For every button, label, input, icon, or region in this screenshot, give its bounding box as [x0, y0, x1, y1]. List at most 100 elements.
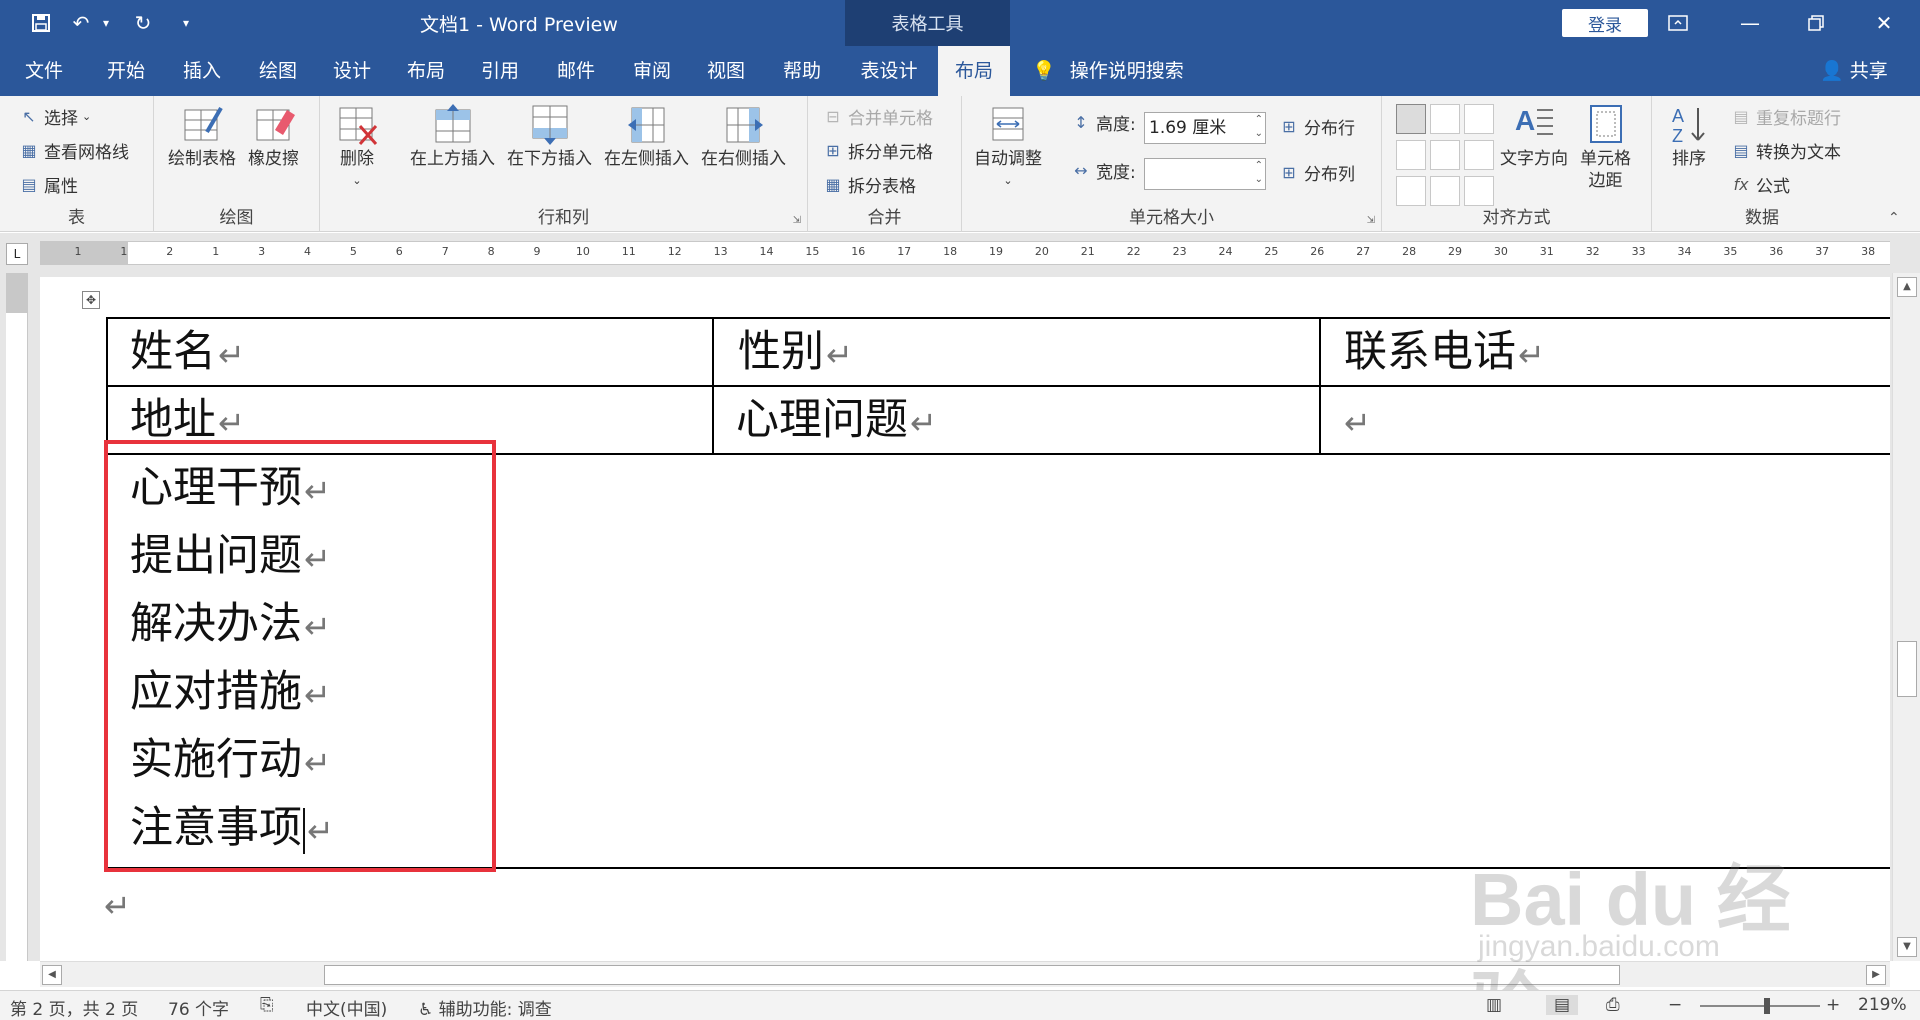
tab-layout[interactable]: 布局	[388, 46, 464, 96]
minimize-icon[interactable]: —	[1730, 6, 1770, 40]
insert-left-button[interactable]: 在左侧插入	[604, 102, 689, 170]
tab-file[interactable]: 文件	[6, 46, 82, 96]
tab-home[interactable]: 开始	[88, 46, 164, 96]
align-bottom-left-icon[interactable]	[1396, 176, 1426, 206]
repeat-header-rows-button[interactable]: ▤ 重复标题行	[1730, 104, 1841, 129]
table-cell[interactable]: ↵	[1342, 399, 1371, 442]
align-top-right-icon[interactable]	[1464, 104, 1494, 134]
merge-cells-button[interactable]: ⊟ 合并单元格	[822, 104, 933, 129]
accessibility-status[interactable]: ♿ 辅助功能: 调查	[418, 995, 552, 1020]
document-page[interactable]: ✥ 姓名↵ 性别↵ 联系电话↵ 地址↵ 心理问题↵ ↵ 心理干预↵ 提出问题↵ …	[40, 277, 1890, 961]
insert-below-button[interactable]: 在下方插入	[507, 102, 592, 170]
select-button[interactable]: ↖ 选择 ⌄	[18, 104, 91, 129]
align-middle-right-icon[interactable]	[1464, 140, 1494, 170]
convert-to-text-button[interactable]: ▤ 转换为文本	[1730, 138, 1841, 163]
tell-me-search[interactable]: 💡 操作说明搜索	[1032, 46, 1184, 96]
tab-table-layout[interactable]: 布局	[938, 46, 1010, 96]
spin-arrows-icon[interactable]: ⌃ ⌄	[1255, 113, 1263, 141]
table-move-handle-icon[interactable]: ✥	[82, 291, 100, 309]
tab-design[interactable]: 设计	[314, 46, 390, 96]
paragraph-mark: ↵	[218, 404, 245, 442]
tab-help[interactable]: 帮助	[764, 46, 840, 96]
autofit-button[interactable]: 自动调整 ⌄	[974, 102, 1042, 192]
view-gridlines-button[interactable]: ▦ 查看网格线	[18, 138, 129, 163]
height-input[interactable]: 1.69 厘米 ⌃ ⌄	[1144, 112, 1266, 144]
delete-button[interactable]: 删除 ⌄	[336, 102, 378, 192]
horizontal-scroll-thumb[interactable]	[324, 965, 1620, 985]
redo-icon[interactable]: ↻	[128, 8, 158, 38]
scroll-right-icon[interactable]: ▶	[1866, 965, 1886, 985]
tab-references[interactable]: 引用	[462, 46, 538, 96]
table-cell[interactable]: 性别↵	[738, 331, 853, 374]
scroll-left-icon[interactable]: ◀	[42, 965, 62, 985]
ruler-tick: 33	[1631, 245, 1646, 258]
customize-quick-access-icon[interactable]: ▾	[176, 8, 196, 38]
align-top-left-icon[interactable]	[1396, 104, 1426, 134]
ruler-tick: 13	[713, 245, 728, 258]
spin-arrows-icon[interactable]: ⌃ ⌄	[1255, 159, 1263, 187]
close-icon[interactable]: ✕	[1864, 6, 1904, 40]
scroll-thumb[interactable]	[1897, 641, 1917, 697]
draw-table-button[interactable]: 绘制表格	[168, 102, 236, 170]
ruler-bar[interactable]: 1 1 2 1 3 4 5 6 7 8 9 10 11 12 13 14 15 16 17 18 19 20 21 22 23 2…	[40, 241, 1890, 265]
tab-review[interactable]: 审阅	[614, 46, 690, 96]
align-middle-left-icon[interactable]	[1396, 140, 1426, 170]
text-direction-button[interactable]: A 文字方向	[1500, 102, 1568, 170]
read-mode-icon[interactable]: ▥	[1486, 995, 1502, 1015]
dialog-launcher-icon[interactable]: ⇲	[1367, 215, 1375, 226]
insert-below-icon	[532, 105, 567, 145]
table-cell[interactable]: 姓名↵	[130, 331, 245, 374]
align-bottom-center-icon[interactable]	[1430, 176, 1460, 206]
save-icon[interactable]	[26, 8, 56, 38]
zoom-level[interactable]: 219%	[1858, 995, 1907, 1015]
zoom-slider-knob[interactable]	[1764, 998, 1770, 1014]
ruler-tick: 35	[1723, 245, 1738, 258]
language[interactable]: 中文(中国)	[306, 995, 387, 1020]
split-cells-button[interactable]: ⊞ 拆分单元格	[822, 138, 933, 163]
ruler-tick: 23	[1172, 245, 1187, 258]
width-input[interactable]: ⌃ ⌄	[1144, 158, 1266, 190]
print-layout-icon[interactable]: ▤	[1546, 995, 1579, 1015]
distribute-columns-button[interactable]: ⊞ 分布列	[1278, 160, 1355, 185]
proofing-icon[interactable]: ⎘	[260, 995, 274, 1015]
word-count[interactable]: 76 个字	[168, 995, 229, 1020]
align-middle-center-icon[interactable]	[1430, 140, 1460, 170]
table-cell[interactable]: 心理问题↵	[736, 399, 937, 442]
page-count[interactable]: 第 2 页，共 2 页	[10, 995, 138, 1020]
zoom-in-icon[interactable]: +	[1826, 995, 1840, 1015]
properties-button[interactable]: ▤ 属性	[18, 172, 78, 197]
horizontal-scrollbar[interactable]: ◀ ▶	[40, 961, 1890, 987]
insert-above-button[interactable]: 在上方插入	[410, 102, 495, 170]
undo-icon[interactable]: ↶	[66, 8, 96, 38]
scroll-down-icon[interactable]: ▼	[1897, 937, 1917, 957]
login-button[interactable]: 登录	[1562, 9, 1648, 37]
insert-right-button[interactable]: 在右侧插入	[701, 102, 786, 170]
ribbon-display-options-icon[interactable]	[1658, 6, 1698, 40]
zoom-out-icon[interactable]: −	[1668, 995, 1682, 1015]
align-top-center-icon[interactable]	[1430, 104, 1460, 134]
share-button[interactable]: 👤 共享	[1820, 46, 1888, 96]
tab-table-design[interactable]: 表设计	[844, 46, 934, 96]
split-table-button[interactable]: ▦ 拆分表格	[822, 172, 916, 197]
table-cell[interactable]: 联系电话↵	[1344, 331, 1545, 374]
restore-icon[interactable]	[1796, 6, 1836, 40]
sort-button[interactable]: AZ 排序	[1668, 102, 1710, 170]
web-layout-icon[interactable]: ⎙	[1606, 995, 1620, 1015]
align-bottom-right-icon[interactable]	[1464, 176, 1494, 206]
table-cell[interactable]: 地址↵	[130, 399, 245, 442]
cell-margins-button[interactable]: 单元格 边距	[1580, 102, 1631, 192]
dialog-launcher-icon[interactable]: ⇲	[793, 215, 801, 226]
scroll-up-icon[interactable]: ▲	[1897, 277, 1917, 297]
tab-mailings[interactable]: 邮件	[538, 46, 614, 96]
tab-selector-icon[interactable]: L	[6, 243, 28, 265]
tab-insert[interactable]: 插入	[164, 46, 240, 96]
tab-view[interactable]: 视图	[688, 46, 764, 96]
eraser-button[interactable]: 橡皮擦	[248, 102, 299, 170]
undo-dropdown-icon[interactable]: ▾	[96, 8, 116, 38]
formula-button[interactable]: fx 公式	[1730, 172, 1790, 197]
distribute-rows-button[interactable]: ⊞ 分布行	[1278, 114, 1355, 139]
zoom-slider[interactable]	[1700, 1005, 1820, 1007]
collapse-ribbon-icon[interactable]: ⌃	[1888, 210, 1900, 226]
vertical-scrollbar[interactable]: ▲ ▼	[1892, 273, 1920, 961]
tab-draw[interactable]: 绘图	[240, 46, 316, 96]
